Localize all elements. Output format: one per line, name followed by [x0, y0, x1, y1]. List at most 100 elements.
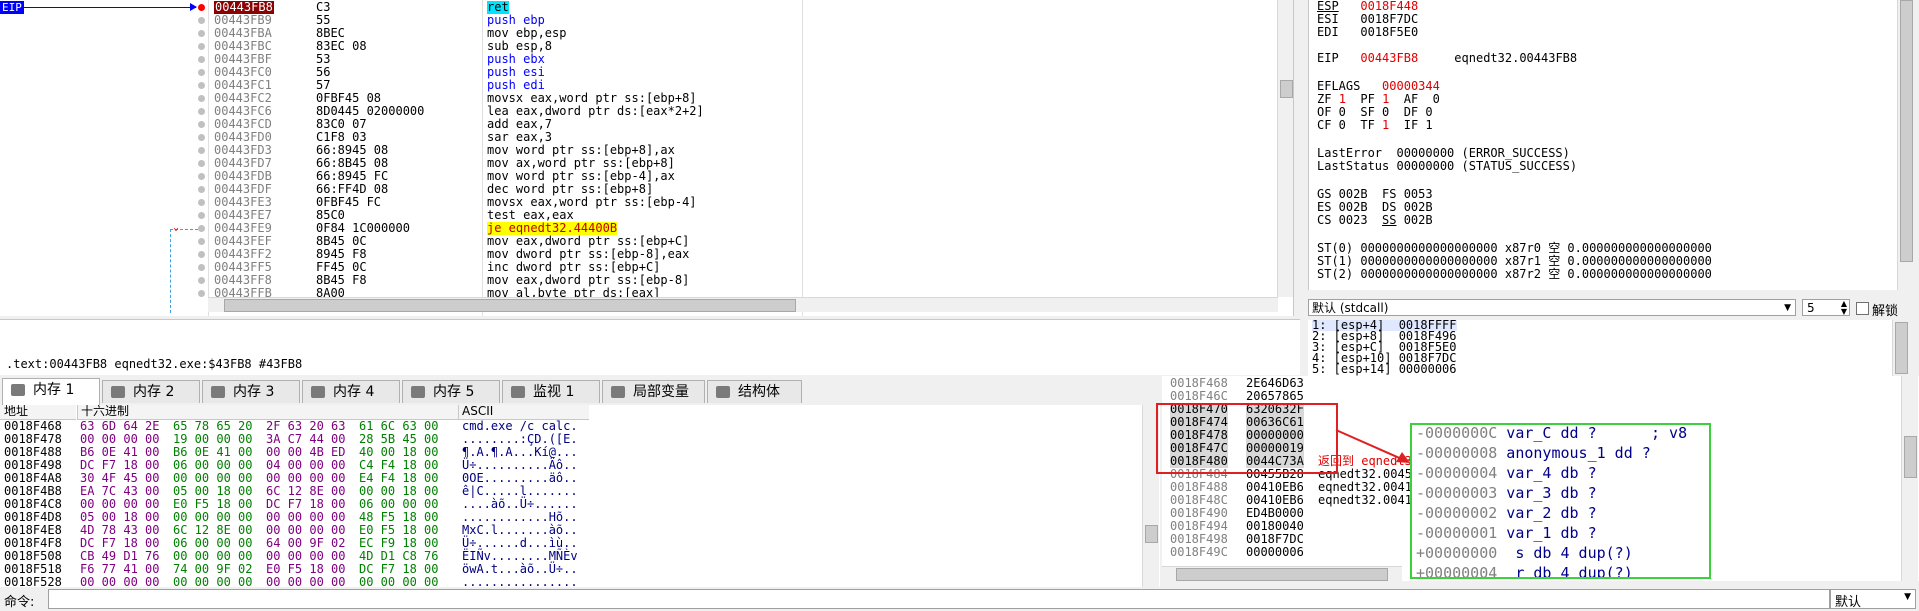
tab-label: 局部变量	[633, 384, 689, 400]
flag-cf[interactable]: CF 0	[1317, 118, 1360, 132]
reg-eip-value[interactable]: 00443FB8	[1360, 51, 1418, 65]
tab-2[interactable]: 内存 2	[102, 380, 200, 403]
breakpoint-dot-icon[interactable]	[198, 17, 205, 24]
flag-if[interactable]: IF 1	[1404, 118, 1433, 132]
dump-header-hex: 十六进制	[81, 405, 130, 418]
breakpoint-dot-icon[interactable]	[198, 82, 205, 89]
breakpoint-dot-icon[interactable]	[198, 30, 205, 37]
breakpoint-dot-icon[interactable]	[198, 251, 205, 258]
ida-decl: var_1 db ?	[1497, 524, 1597, 542]
call-args-panel[interactable]: 1: [esp+4] 0018FFFF 2: [esp+8] 0018F496 3:…	[1308, 320, 1908, 376]
tab-icon	[11, 384, 25, 396]
tab-1[interactable]: 内存 1	[2, 378, 100, 405]
reg-edi-value[interactable]: 0018F5E0	[1360, 25, 1418, 39]
reg-eip-symbol: eqnedt32.00443FB8	[1454, 51, 1578, 65]
seg-ss: SS	[1382, 213, 1397, 227]
disasm-row[interactable]: 00443FB8 C3 ret	[0, 1, 1280, 14]
tab-3[interactable]: 内存 3	[202, 380, 300, 403]
ida-decl: var_3 db ?	[1497, 484, 1597, 502]
tab-icon	[411, 386, 425, 398]
dump-header-address: 地址	[4, 405, 29, 418]
breakpoint-dot-icon[interactable]	[198, 212, 205, 219]
disasm-hscroll[interactable]	[208, 297, 1278, 312]
disasm-row[interactable]: 00443FB9 55 push ebp	[0, 14, 1280, 27]
reg-eflags-value[interactable]: 00000344	[1382, 79, 1440, 93]
spinner-arrows-icon[interactable]: ▲ ▼	[1841, 300, 1847, 316]
breakpoint-dot-icon[interactable]	[198, 134, 205, 141]
tab-label: 内存 1	[33, 382, 75, 398]
breakpoint-dot-icon[interactable]	[198, 147, 205, 154]
flag-zf-value[interactable]: 1	[1339, 92, 1346, 106]
regs-vscroll[interactable]	[1897, 0, 1913, 290]
disasm-row[interactable]: 00443FBC 83EC 08 sub esp,8	[0, 40, 1280, 53]
tab-7[interactable]: 局部变量	[602, 380, 705, 403]
ida-frame-line: -00000001 var_1 db ?	[1416, 523, 1597, 543]
disasm-row[interactable]: 00443FC0 56 push esi	[0, 66, 1280, 79]
breakpoint-dot-icon[interactable]	[198, 199, 205, 206]
stack-hscroll[interactable]	[1162, 566, 1402, 581]
ida-frame-line: -00000003 var_3 db ?	[1416, 483, 1597, 503]
disassembly-view[interactable]: EIP ⌄ 00443FB8 C3 ret 00443FB9 55 push ebp 004…	[0, 0, 1294, 316]
breakpoint-dot-icon[interactable]	[198, 108, 205, 115]
disasm-row[interactable]: 00443FE7 85C0 test eax,eax	[0, 209, 1280, 222]
command-input[interactable]	[48, 589, 1830, 609]
disasm-row[interactable]: 00443FE3 0FBF45 FC movsx eax,word ptr ss:[…	[0, 196, 1280, 209]
stack-vscroll[interactable]	[1901, 376, 1918, 581]
flag-tf-value[interactable]: 1	[1382, 118, 1389, 132]
ida-offset: -00000008	[1416, 444, 1498, 462]
breakpoint-dot-icon[interactable]	[198, 238, 205, 245]
call-convention-select[interactable]: 默认 (stdcall) ▼	[1308, 299, 1796, 316]
disasm-vscroll[interactable]	[1277, 0, 1293, 297]
tab-label: 内存 4	[333, 384, 375, 400]
breakpoint-dot-icon[interactable]	[198, 160, 205, 167]
breakpoint-dot-icon[interactable]	[198, 69, 205, 76]
stack-value: 00000006	[1246, 545, 1304, 559]
tab-label: 结构体	[738, 384, 780, 400]
breakpoint-dot-icon[interactable]	[198, 290, 205, 297]
breakpoint-dot-icon[interactable]	[198, 173, 205, 180]
unlock-label: 解锁	[1872, 304, 1899, 319]
tab-8[interactable]: 结构体	[707, 380, 802, 403]
breakpoint-dot-icon[interactable]	[198, 43, 205, 50]
disasm-row[interactable]: 00443FBF 53 push ebx	[0, 53, 1280, 66]
memory-dump-view[interactable]: 地址 十六进制 ASCII 0018F468 63 6D 64 2E 65 78 6…	[0, 405, 1160, 600]
breakpoint-dot-icon[interactable]	[198, 56, 205, 63]
command-label: 命令:	[4, 595, 35, 610]
annotation-arrow	[1335, 429, 1410, 463]
ida-frame-line: +00000000 s db 4 dup(?)	[1416, 543, 1633, 563]
call-convention-bar: 默认 (stdcall) ▼ 5 ▲ ▼ 解锁	[1308, 297, 1919, 319]
ida-comment: ; v8	[1651, 424, 1688, 442]
tab-icon	[311, 386, 325, 398]
command-mode-select[interactable]: 默认 ▼	[1830, 589, 1916, 610]
reg-esi-value[interactable]: 0018F7DC	[1360, 12, 1418, 26]
ida-offset: +00000000	[1416, 544, 1498, 562]
flag-pf: PF	[1360, 92, 1375, 106]
arg-count-spinner[interactable]: 5 ▲ ▼	[1802, 299, 1850, 316]
breakpoint-dot-icon[interactable]	[198, 225, 205, 232]
tab-4[interactable]: 内存 4	[302, 380, 400, 403]
ida-frame-line: +00000004 r db 4 dup(?)	[1416, 563, 1633, 577]
disasm-row[interactable]: 00443FBA 8BEC mov ebp,esp	[0, 27, 1280, 40]
dump-header-ascii: ASCII	[462, 405, 494, 418]
breakpoint-dot-icon[interactable]	[198, 186, 205, 193]
registers-panel[interactable]: ESP 0018F448 ESI 0018F7DC EDI 0018F5E0 E…	[1308, 0, 1913, 290]
flag-pf-value[interactable]: 1	[1382, 92, 1389, 106]
disasm-row[interactable]: 00443FCD 83C0 07 add eax,7	[0, 118, 1280, 131]
tab-icon	[211, 386, 225, 398]
breakpoint-dot-icon[interactable]	[198, 121, 205, 128]
tab-6[interactable]: 监视 1	[502, 380, 600, 403]
ida-decl: s db 4 dup(?)	[1497, 544, 1633, 562]
call-arg-row[interactable]: 5: [esp+14] 00000006	[1312, 363, 1457, 375]
breakpoint-dot-icon[interactable]	[198, 4, 205, 11]
reg-edi-name: EDI	[1317, 25, 1339, 39]
disasm-row[interactable]: 00443FC6 8D0445 02000000 lea eax,dword ptr…	[0, 105, 1280, 118]
callargs-vscroll[interactable]	[1892, 320, 1908, 376]
breakpoint-dot-icon[interactable]	[198, 95, 205, 102]
ida-offset: -00000002	[1416, 504, 1498, 522]
breakpoint-dot-icon[interactable]	[198, 264, 205, 271]
seg-ss-value: 002B	[1396, 213, 1433, 227]
breakpoint-dot-icon[interactable]	[198, 277, 205, 284]
flag-af[interactable]: AF 0	[1404, 92, 1440, 106]
tab-5[interactable]: 内存 5	[402, 380, 500, 403]
unlock-checkbox[interactable]	[1856, 302, 1869, 315]
